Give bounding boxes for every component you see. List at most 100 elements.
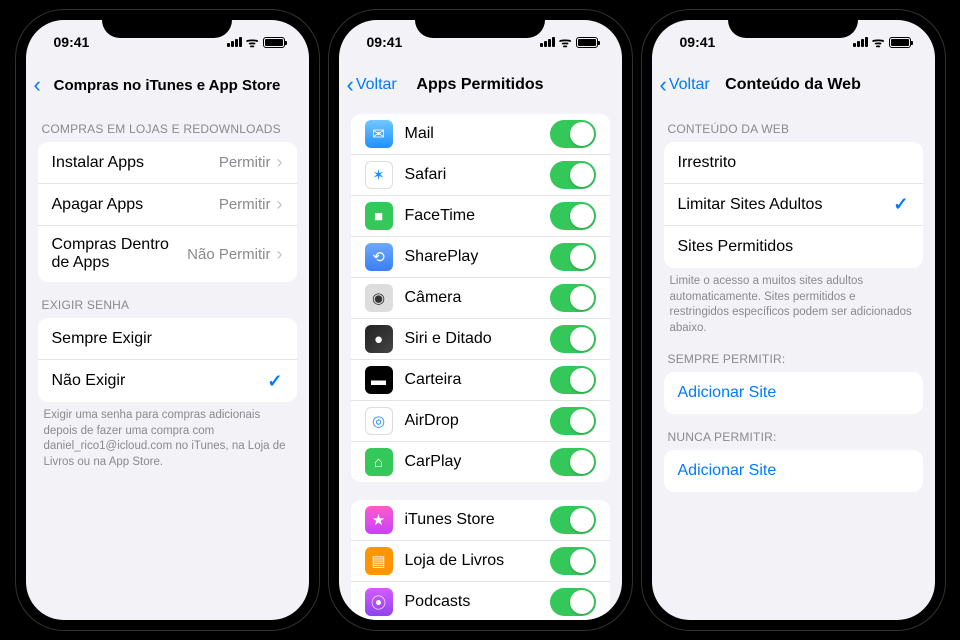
- app-label: Podcasts: [405, 593, 550, 611]
- shareplay-icon: ⟲: [365, 243, 393, 271]
- toggle-podcasts[interactable]: [550, 588, 596, 616]
- notch: [102, 10, 232, 38]
- back-button[interactable]: ‹ Voltar: [347, 74, 397, 96]
- content[interactable]: ✉ Mail ✶Safari■FaceTime ⟲ SharePlay ◉ Câmera ● S…: [339, 106, 622, 620]
- row-adicionar-site[interactable]: Adicionar Site: [664, 450, 923, 492]
- toggle-shareplay[interactable]: [550, 243, 596, 271]
- chevron-right-icon: ›: [277, 244, 283, 265]
- nav-bar: ‹ Voltar Conteúdo da Web: [652, 64, 935, 106]
- status-right: ᯤ: [540, 33, 598, 52]
- chevron-right-icon: ›: [277, 194, 283, 215]
- toggle-carplay[interactable]: [550, 448, 596, 476]
- phone-1: 09:41 ᯤ ‹ Compras no iTunes e App Store …: [16, 10, 319, 630]
- app-row-camera[interactable]: ◉ Câmera: [351, 278, 610, 319]
- chevron-left-icon: ‹: [660, 74, 667, 96]
- toggle-mail[interactable]: [550, 120, 596, 148]
- toggle-itunes[interactable]: [550, 506, 596, 534]
- screen-3: 09:41 ᯤ ‹ Voltar Conteúdo da Web CONTEÚD…: [652, 20, 935, 620]
- app-row-carplay[interactable]: ⌂ CarPlay: [351, 442, 610, 482]
- battery-icon: [889, 37, 911, 48]
- toggle-siri[interactable]: [550, 325, 596, 353]
- section-header: NUNCA PERMITIR:: [652, 414, 935, 450]
- mail-icon: ✉: [365, 120, 393, 148]
- app-label: Safari: [405, 166, 550, 184]
- nav-bar: ‹ Voltar Apps Permitidos: [339, 64, 622, 106]
- app-label: Mail: [405, 125, 550, 143]
- app-label: SharePlay: [405, 248, 550, 266]
- app-row-itunes[interactable]: ★iTunes Store: [351, 500, 610, 541]
- apps-group: ★iTunes Store▤Loja de Livros⦿Podcasts♥Sa…: [351, 500, 610, 620]
- section-header: COMPRAS EM LOJAS E REDOWNLOADS: [26, 106, 309, 142]
- signal-icon: [540, 37, 555, 47]
- app-row-airdrop[interactable]: ◎ AirDrop: [351, 401, 610, 442]
- screen-1: 09:41 ᯤ ‹ Compras no iTunes e App Store …: [26, 20, 309, 620]
- app-label: Siri e Ditado: [405, 330, 550, 348]
- podcasts-icon: ⦿: [365, 588, 393, 616]
- toggle-books[interactable]: [550, 547, 596, 575]
- row-compras-dentro[interactable]: Compras Dentro de Apps Não Permitir ›: [38, 226, 297, 282]
- signal-icon: [227, 37, 242, 47]
- app-row-safari[interactable]: ✶Safari: [351, 155, 610, 196]
- phone-2: 09:41 ᯤ ‹ Voltar Apps Permitidos ✉Mail✶S…: [329, 10, 632, 630]
- app-row-books[interactable]: ▤ Loja de Livros: [351, 541, 610, 582]
- row-irrestrito[interactable]: Irrestrito: [664, 142, 923, 184]
- app-row-podcasts[interactable]: ⦿ Podcasts: [351, 582, 610, 620]
- back-button[interactable]: ‹ Voltar: [660, 74, 710, 96]
- toggle-camera[interactable]: [550, 284, 596, 312]
- nav-bar: ‹ Compras no iTunes e App Store: [26, 64, 309, 106]
- wifi-icon: ᯤ: [872, 33, 885, 52]
- phone-3: 09:41 ᯤ ‹ Voltar Conteúdo da Web CONTEÚD…: [642, 10, 945, 630]
- signal-icon: [853, 37, 868, 47]
- toggle-safari[interactable]: [550, 161, 596, 189]
- toggle-facetime[interactable]: [550, 202, 596, 230]
- section-header: EXIGIR SENHA: [26, 282, 309, 318]
- camera-icon: ◉: [365, 284, 393, 312]
- app-label: Carteira: [405, 371, 550, 389]
- wifi-icon: ᯤ: [559, 33, 572, 52]
- back-label: Voltar: [356, 76, 397, 94]
- section-footer: Exigir uma senha para compras adicionais…: [26, 402, 309, 470]
- app-label: FaceTime: [405, 207, 550, 225]
- status-time: 09:41: [54, 34, 90, 50]
- books-icon: ▤: [365, 547, 393, 575]
- content[interactable]: CONTEÚDO DA WEB Irrestrito Limitar Sites…: [652, 106, 935, 620]
- row-adicionar-site[interactable]: Adicionar Site: [664, 372, 923, 414]
- settings-group: Adicionar Site: [664, 372, 923, 414]
- section-footer: Limite o acesso a muitos sites adultos a…: [652, 268, 935, 336]
- screen-2: 09:41 ᯤ ‹ Voltar Apps Permitidos ✉Mail✶S…: [339, 20, 622, 620]
- back-button[interactable]: ‹: [34, 74, 43, 96]
- app-label: AirDrop: [405, 412, 550, 430]
- app-label: CarPlay: [405, 453, 550, 471]
- notch: [415, 10, 545, 38]
- chevron-left-icon: ‹: [347, 74, 354, 96]
- app-row-shareplay[interactable]: ⟲ SharePlay: [351, 237, 610, 278]
- status-time: 09:41: [680, 34, 716, 50]
- content[interactable]: COMPRAS EM LOJAS E REDOWNLOADS Instalar …: [26, 106, 309, 620]
- app-label: Câmera: [405, 289, 550, 307]
- app-row-mail[interactable]: ✉ Mail: [351, 114, 610, 155]
- toggle-wallet[interactable]: [550, 366, 596, 394]
- toggle-airdrop[interactable]: [550, 407, 596, 435]
- wifi-icon: ᯤ: [246, 33, 259, 52]
- app-label: Loja de Livros: [405, 552, 550, 570]
- row-instalar-apps[interactable]: Instalar Apps Permitir ›: [38, 142, 297, 184]
- row-limitar-sites[interactable]: Limitar Sites Adultos ✓: [664, 184, 923, 226]
- settings-group: Irrestrito Limitar Sites Adultos ✓ Sites…: [664, 142, 923, 268]
- wallet-icon: ▬: [365, 366, 393, 394]
- siri-icon: ●: [365, 325, 393, 353]
- app-row-siri[interactable]: ● Siri e Ditado: [351, 319, 610, 360]
- back-label: Voltar: [669, 76, 710, 94]
- checkmark-icon: ✓: [893, 194, 908, 215]
- row-sempre-exigir[interactable]: Sempre Exigir: [38, 318, 297, 360]
- status-right: ᯤ: [227, 33, 285, 52]
- carplay-icon: ⌂: [365, 448, 393, 476]
- section-header: SEMPRE PERMITIR:: [652, 336, 935, 372]
- row-nao-exigir[interactable]: Não Exigir ✓: [38, 360, 297, 402]
- settings-group: Sempre Exigir Não Exigir ✓: [38, 318, 297, 402]
- app-row-facetime[interactable]: ■FaceTime: [351, 196, 610, 237]
- row-apagar-apps[interactable]: Apagar Apps Permitir ›: [38, 184, 297, 226]
- app-row-wallet[interactable]: ▬ Carteira: [351, 360, 610, 401]
- airdrop-icon: ◎: [365, 407, 393, 435]
- checkmark-icon: ✓: [267, 371, 282, 392]
- row-sites-permitidos[interactable]: Sites Permitidos: [664, 226, 923, 268]
